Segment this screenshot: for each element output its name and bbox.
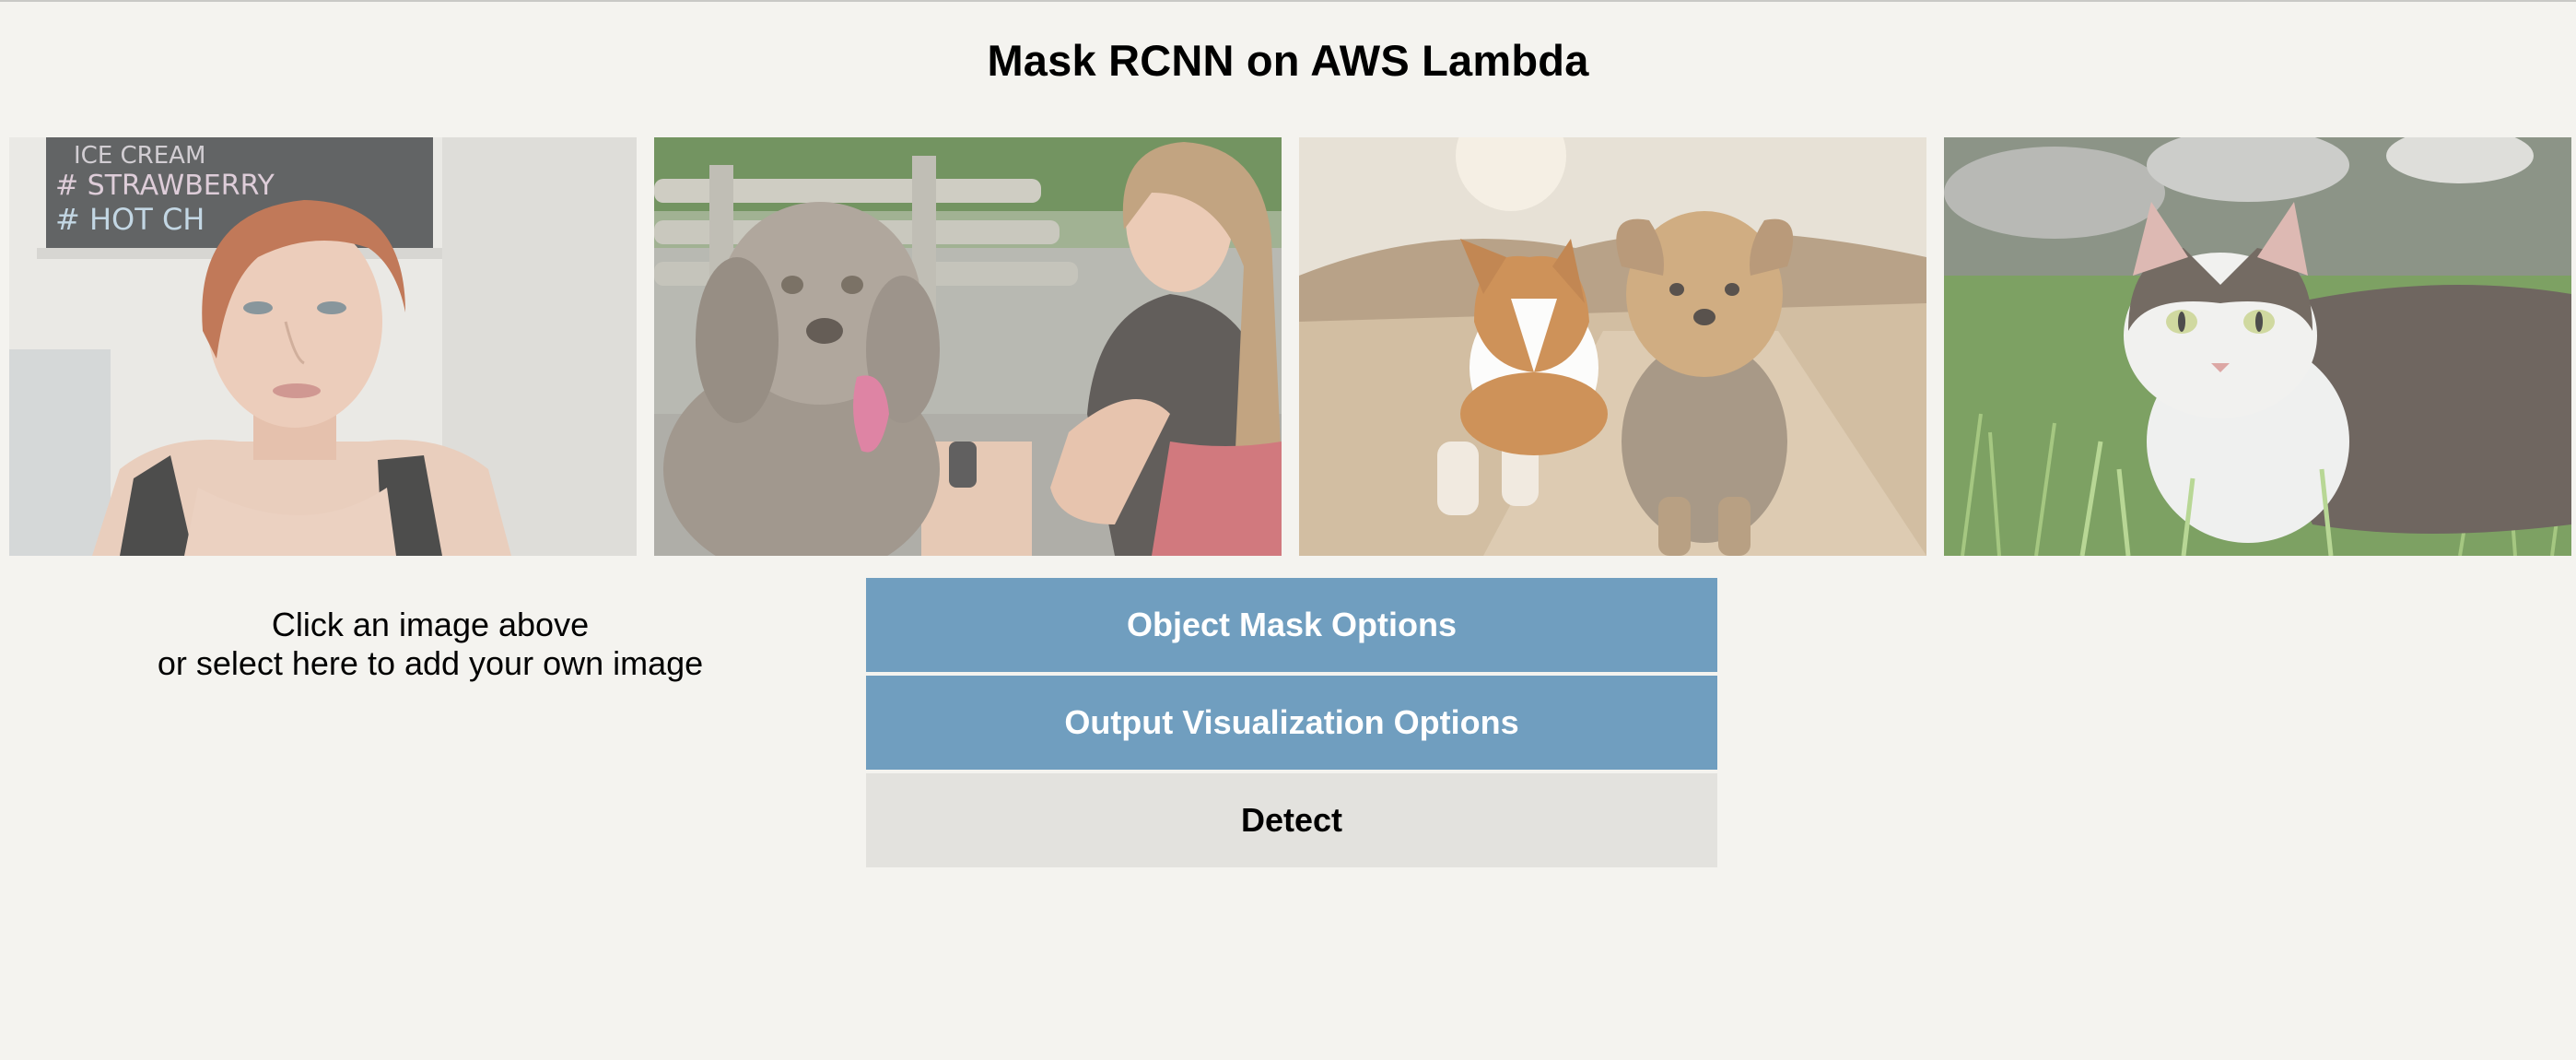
chalkboard-line-3: # HOT CH <box>55 202 205 237</box>
image-selection-prompt: Click an image above or select here to a… <box>0 606 861 683</box>
output-visualization-options-button[interactable]: Output Visualization Options <box>866 676 1717 770</box>
add-own-image-link[interactable]: or select here to add your own image <box>0 644 861 683</box>
sample-image-gallery: ICE CREAM # STRAWBERRY # HOT CH <box>9 137 2576 556</box>
detection-controls: Object Mask Options Output Visualization… <box>866 578 1717 871</box>
sample-image-woman-with-dog[interactable] <box>654 137 1282 556</box>
object-mask-options-button[interactable]: Object Mask Options <box>866 578 1717 672</box>
page-title: Mask RCNN on AWS Lambda <box>987 36 1589 85</box>
sample-image-cat-in-grass[interactable] <box>1944 137 2571 556</box>
detect-button[interactable]: Detect <box>866 773 1717 867</box>
chalkboard-line-1: ICE CREAM <box>74 142 205 170</box>
chalkboard-line-2: # STRAWBERRY <box>55 170 275 202</box>
prompt-line-1: Click an image above <box>271 606 590 643</box>
sample-image-two-dogs-running[interactable] <box>1299 137 1926 556</box>
sample-image-woman-portrait[interactable]: ICE CREAM # STRAWBERRY # HOT CH <box>9 137 637 556</box>
